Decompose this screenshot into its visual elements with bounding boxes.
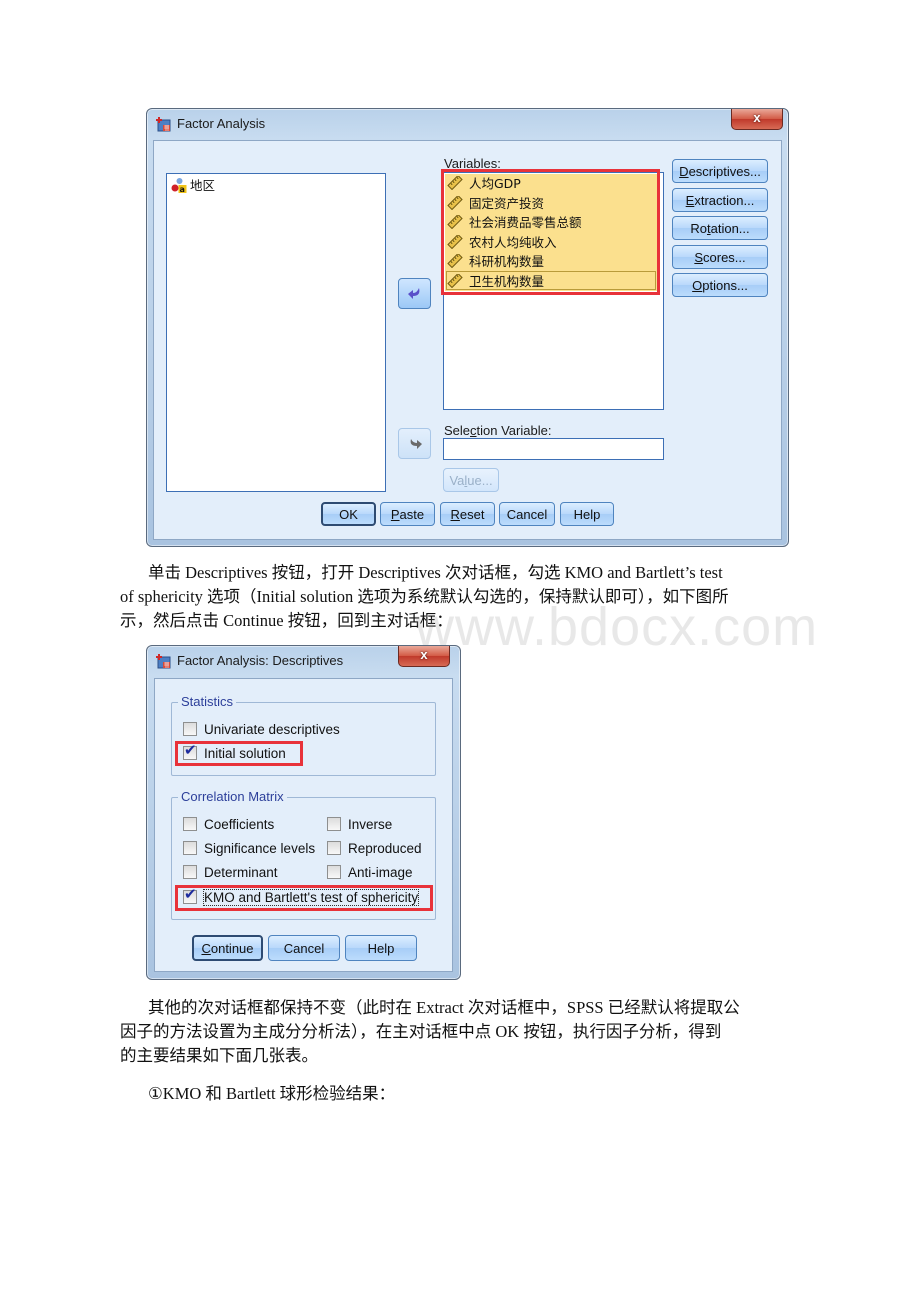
significance-levels-checkbox[interactable]: Significance levels [183,840,315,858]
variable-label: 人均GDP [469,176,521,191]
title-bar[interactable]: Factor Analysis x [147,109,788,139]
paragraph-line: 因子的方法设置为主成分分析法），在主对话框中点 OK 按钮，执行因子分析，得到 [120,1022,722,1041]
group-label: Statistics [178,694,237,709]
checkbox-icon [183,817,197,831]
reset-button[interactable]: Reset [440,502,495,526]
descriptives-button[interactable]: Descriptives... [672,159,768,183]
help-button[interactable]: Help [560,502,614,526]
variables-label: Variables: [444,156,501,171]
dialog-title: Factor Analysis [177,116,266,131]
value-button[interactable]: Value... [443,468,499,492]
list-item[interactable]: 科研机构数量 [447,252,544,271]
paragraph-line: 其他的次对话框都保持不变（此时在 Extract 次对话框中，SPSS 已经默认… [148,998,740,1017]
checkbox-icon [183,841,197,855]
scale-ruler-icon [447,215,463,229]
checkbox-icon [183,865,197,879]
selection-variable-input[interactable] [443,438,664,460]
scale-ruler-icon [447,254,463,268]
help-button[interactable]: Help [345,935,417,961]
variable-label: 卫生机构数量 [469,273,545,289]
nominal-string-variable-icon: a [171,178,187,193]
paragraph-line: 单击 Descriptives 按钮，打开 Descriptives 次对话框，… [148,563,723,582]
continue-button[interactable]: Continue [192,935,263,961]
variable-label: 地区 [190,178,216,193]
source-variable-list[interactable]: a 地区 [166,173,386,492]
options-button[interactable]: Options... [672,273,768,297]
svg-text:a: a [180,185,185,193]
variable-label: 科研机构数量 [469,254,545,269]
univariate-descriptives-checkbox[interactable]: Univariate descriptives [183,721,340,739]
variable-label: 固定资产投资 [469,195,545,211]
paragraph-line: of sphericity 选项（Initial solution 选项为系统默… [120,587,729,606]
scores-button[interactable]: Scores... [672,244,768,269]
move-to-variables-button[interactable] [398,278,431,309]
rotation-button[interactable]: Rotation... [672,216,768,240]
group-label: Correlation Matrix [178,789,287,804]
anti-image-checkbox[interactable]: Anti-image [327,864,413,882]
checkbox-icon [327,865,341,879]
section-heading: ①KMO 和 Bartlett 球形检验结果： [148,1084,396,1103]
selection-variable-label: Selection Variable: [444,423,552,438]
extraction-button[interactable]: Extraction... [672,187,768,212]
arrow-right-icon [410,439,422,449]
close-button[interactable]: x [398,646,450,667]
reproduced-checkbox[interactable]: Reproduced [327,840,422,858]
close-icon: x [420,647,428,662]
dialog-body: a 地区 Variables: 人均GDP 固定资产投资社会消费品零售总额 农村人均… [153,140,782,540]
list-item[interactable]: 人均GDP [447,174,521,193]
spss-dialog-icon [156,117,171,132]
scale-ruler-icon [447,234,463,249]
determinant-checkbox[interactable]: Determinant [183,864,278,882]
close-button[interactable]: x [731,109,783,130]
paragraph-line: 示，然后点击 Continue 按钮，回到主对话框： [120,611,453,630]
list-item[interactable]: 固定资产投资 [447,194,544,213]
arrow-left-icon [408,288,420,299]
paragraph-line: 的主要结果如下面几张表。 [120,1046,318,1065]
list-item[interactable]: a 地区 [170,176,215,195]
checkbox-icon [327,841,341,855]
checkbox-checked-icon: ✔ [183,742,197,760]
variable-label: 农村人均纯收入 [469,234,557,250]
spss-dialog-icon [156,654,171,669]
coefficients-checkbox[interactable]: Coefficients [183,816,274,834]
close-icon: x [753,110,761,125]
descriptives-dialog: Factor Analysis: Descriptives x Statisti… [146,645,461,980]
title-bar[interactable]: Factor Analysis: Descriptives x [147,646,460,676]
initial-solution-checkbox[interactable]: ✔ Initial solution [183,742,286,763]
cancel-button[interactable]: Cancel [268,935,340,961]
cancel-button[interactable]: Cancel [499,502,555,526]
list-item[interactable]: 社会消费品零售总额 [447,213,582,232]
variable-label: 社会消费品零售总额 [469,215,582,230]
move-to-selection-button[interactable] [398,428,431,459]
checkbox-icon [183,722,197,736]
checkbox-icon [327,817,341,831]
checkbox-checked-icon: ✔ [183,886,197,904]
variables-items: 人均GDP 固定资产投资社会消费品零售总额 农村人均纯收入 科研机构数量 卫生机构数量 [444,174,659,292]
inverse-checkbox[interactable]: Inverse [327,816,392,834]
list-item[interactable]: 农村人均纯收入 [447,233,557,252]
factor-analysis-dialog: Factor Analysis x a 地区 Variables: 人均GDP … [146,108,789,547]
scale-ruler-icon [447,195,463,210]
paste-button[interactable]: Paste [380,502,435,526]
scale-ruler-icon [447,176,463,190]
dialog-body: Statistics Univariate descriptives ✔ Init… [154,678,453,972]
dialog-title: Factor Analysis: Descriptives [177,653,344,668]
kmo-bartlett-checkbox[interactable]: ✔ KMO and Bartlett's test of sphericity [183,886,420,907]
scale-ruler-icon [447,273,463,288]
statistics-group: Statistics [171,694,436,776]
list-item[interactable]: 卫生机构数量 [447,272,544,291]
ok-button[interactable]: OK [321,502,376,526]
